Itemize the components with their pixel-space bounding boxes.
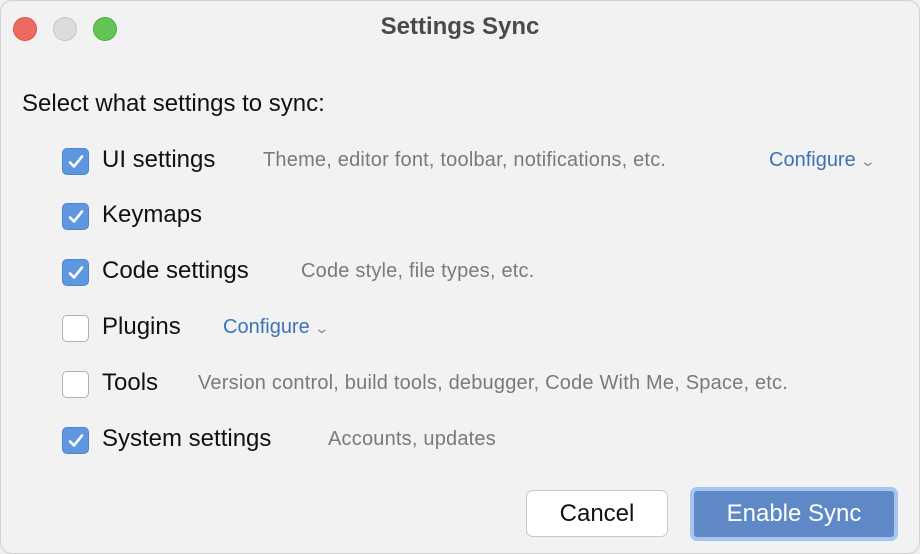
checkbox-ui-settings[interactable] bbox=[62, 148, 89, 175]
check-icon bbox=[68, 210, 84, 223]
item-label: UI settings bbox=[102, 146, 216, 173]
checkbox-system-settings[interactable] bbox=[62, 427, 89, 454]
item-code-settings[interactable]: Code settings Code style, file types, et… bbox=[62, 257, 912, 287]
checkbox-tools[interactable] bbox=[62, 371, 89, 398]
item-label: Tools bbox=[102, 369, 159, 396]
item-system-settings[interactable]: System settings Accounts, updates bbox=[62, 425, 912, 455]
configure-label: Configure bbox=[769, 149, 856, 171]
item-description: Version control, build tools, debugger, … bbox=[198, 372, 788, 394]
item-label: Keymaps bbox=[102, 201, 203, 228]
item-description: Theme, editor font, toolbar, notificatio… bbox=[263, 149, 667, 171]
item-description: Accounts, updates bbox=[328, 428, 496, 450]
check-icon bbox=[68, 155, 84, 168]
chevron-down-icon: ⌄ bbox=[313, 320, 330, 336]
configure-ui-settings-link[interactable]: Configure ⌄ bbox=[769, 149, 876, 172]
item-plugins[interactable]: Plugins Configure ⌄ bbox=[62, 313, 912, 343]
enable-sync-button[interactable]: Enable Sync bbox=[690, 487, 898, 541]
configure-label: Configure bbox=[223, 316, 310, 338]
settings-sync-dialog: Settings Sync Select what settings to sy… bbox=[0, 0, 920, 554]
item-label: System settings bbox=[102, 425, 272, 452]
window-title: Settings Sync bbox=[380, 13, 540, 40]
item-label: Code settings bbox=[102, 257, 249, 284]
check-icon bbox=[68, 434, 84, 447]
item-description: Code style, file types, etc. bbox=[301, 260, 535, 282]
chevron-down-icon: ⌄ bbox=[859, 153, 876, 169]
checkbox-plugins[interactable] bbox=[62, 315, 89, 342]
cancel-button[interactable]: Cancel bbox=[526, 490, 668, 537]
configure-plugins-link[interactable]: Configure ⌄ bbox=[223, 316, 330, 339]
item-ui-settings[interactable]: UI settings Theme, editor font, toolbar,… bbox=[62, 146, 912, 176]
prompt-label: Select what settings to sync: bbox=[22, 90, 325, 117]
checkbox-code-settings[interactable] bbox=[62, 259, 89, 286]
checkbox-keymaps[interactable] bbox=[62, 203, 89, 230]
item-tools[interactable]: Tools Version control, build tools, debu… bbox=[62, 369, 912, 399]
item-label: Plugins bbox=[102, 313, 181, 340]
item-keymaps[interactable]: Keymaps bbox=[62, 201, 912, 231]
check-icon bbox=[68, 266, 84, 279]
